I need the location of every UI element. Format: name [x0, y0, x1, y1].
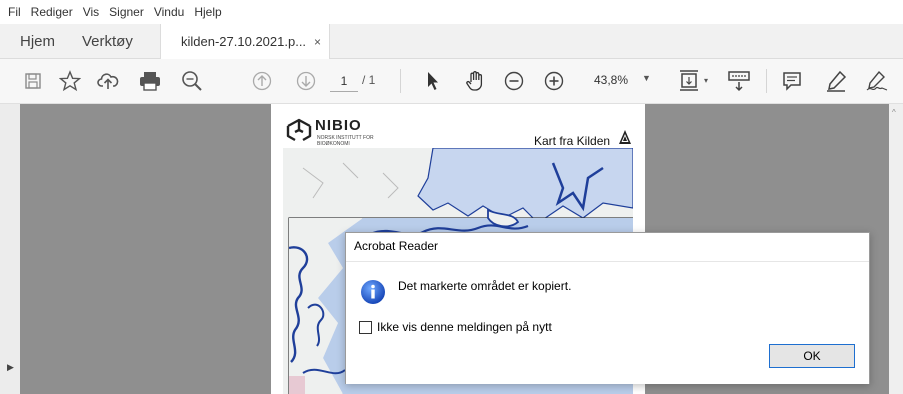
- left-panel-rail: ▶: [0, 104, 20, 394]
- map-title: Kart fra Kilden: [534, 134, 611, 148]
- tab-document-label: kilden-27.10.2021.p...: [181, 34, 307, 49]
- menu-hjelp[interactable]: Hjelp: [190, 5, 225, 19]
- toolbar-divider: [400, 69, 401, 93]
- kilden-logo-icon: [619, 130, 631, 144]
- tab-document[interactable]: kilden-27.10.2021.p... ×: [160, 24, 330, 59]
- fit-dropdown-icon[interactable]: ▾: [704, 76, 708, 85]
- page-up-icon[interactable]: [250, 59, 274, 103]
- info-icon: [361, 280, 385, 304]
- zoom-dropdown-icon[interactable]: ▼: [642, 73, 651, 83]
- tab-bar: Hjem Verktøy kilden-27.10.2021.p... ×: [0, 24, 903, 59]
- expand-left-panel-icon[interactable]: ▶: [7, 362, 14, 373]
- sign-icon[interactable]: [864, 59, 890, 103]
- star-icon[interactable]: [58, 59, 82, 103]
- highlight-pen-icon[interactable]: [824, 59, 848, 103]
- menu-fil[interactable]: Fil: [4, 5, 25, 19]
- zoom-level[interactable]: 43,8%: [594, 73, 628, 87]
- close-tab-icon[interactable]: ×: [314, 35, 321, 49]
- toolbar-divider: [766, 69, 767, 93]
- menu-signer[interactable]: Signer: [105, 5, 148, 19]
- search-zoom-icon[interactable]: [180, 59, 204, 103]
- scroll-mode-icon[interactable]: [726, 59, 752, 103]
- scroll-up-icon[interactable]: ^: [892, 108, 896, 117]
- zoom-out-icon[interactable]: [502, 59, 526, 103]
- upload-cloud-icon[interactable]: [96, 59, 120, 103]
- tab-home[interactable]: Hjem: [20, 24, 55, 58]
- org-subtitle-line-2: BIOØKONOMI: [317, 141, 350, 147]
- dont-show-again-label[interactable]: Ikke vis denne meldingen på nytt: [377, 320, 552, 334]
- dont-show-again-row[interactable]: Ikke vis denne meldingen på nytt: [359, 320, 552, 334]
- menu-vis[interactable]: Vis: [79, 5, 103, 19]
- vertical-scrollbar[interactable]: ^: [889, 104, 903, 394]
- save-icon[interactable]: [22, 59, 44, 103]
- page-down-icon[interactable]: [294, 59, 318, 103]
- fit-page-icon[interactable]: [676, 59, 702, 103]
- nibio-logo-icon: [286, 118, 312, 142]
- toolbar: 1 / 1 43,8% ▼ ▾: [0, 59, 903, 104]
- page-total: / 1: [362, 73, 376, 87]
- org-name: NIBIO: [315, 117, 362, 134]
- dialog-body: Det markerte området er kopiert. Ikke vi…: [346, 261, 869, 384]
- dont-show-again-checkbox[interactable]: [359, 320, 372, 334]
- comment-icon[interactable]: [780, 59, 804, 103]
- menu-vindu[interactable]: Vindu: [150, 5, 188, 19]
- print-icon[interactable]: [138, 59, 162, 103]
- select-arrow-icon[interactable]: [422, 59, 444, 103]
- acrobat-dialog: Acrobat Reader Det markerte området er k…: [345, 232, 870, 384]
- page-number-input[interactable]: 1: [330, 71, 358, 92]
- dialog-title: Acrobat Reader: [354, 239, 439, 253]
- menu-rediger[interactable]: Rediger: [27, 5, 77, 19]
- ok-button[interactable]: OK: [769, 344, 855, 368]
- dialog-message: Det markerte området er kopiert.: [398, 279, 572, 293]
- zoom-in-icon[interactable]: [542, 59, 566, 103]
- menu-bar: Fil Rediger Vis Signer Vindu Hjelp: [0, 0, 903, 24]
- hand-icon[interactable]: [462, 59, 488, 103]
- tab-tools[interactable]: Verktøy: [82, 24, 133, 58]
- org-subtitle: NORSK INSTITUTT FOR BIOØKONOMI: [317, 135, 374, 147]
